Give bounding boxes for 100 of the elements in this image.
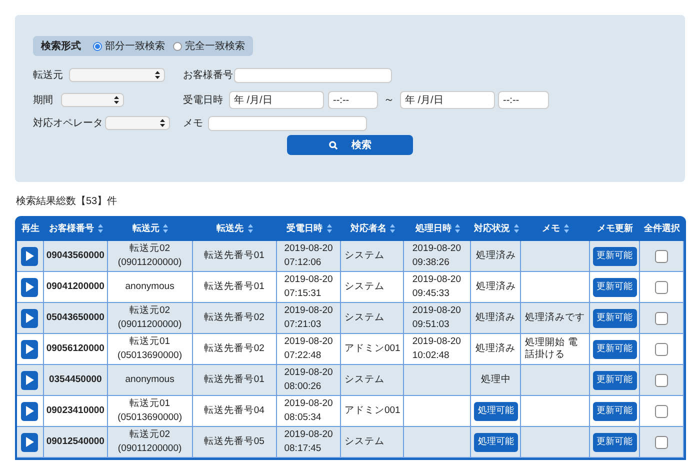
cell-text: 09043560000	[46, 249, 104, 263]
cell-text: 2019-08-20 07:12:06	[284, 242, 333, 270]
cell-text: 0354450000	[48, 373, 102, 387]
update-button[interactable]: 更新可能	[592, 246, 637, 266]
mode-label: 検索形式	[41, 40, 81, 54]
customer-number-field[interactable]	[234, 68, 392, 82]
cell-text: 09012540000	[46, 435, 104, 449]
column-header[interactable]: 受電日時	[286, 222, 332, 236]
memo-field[interactable]	[208, 116, 367, 130]
play-button[interactable]	[21, 340, 38, 358]
mode-radio[interactable]: 部分一致検索	[93, 38, 165, 54]
sort-icon[interactable]	[455, 224, 460, 233]
cell-text: 09023410000	[46, 404, 104, 418]
cell-text: 09056120000	[46, 342, 104, 356]
cell-text: 転送元02 (09011200000)	[118, 242, 182, 270]
updown-icon	[160, 119, 165, 127]
cell-text: システム	[344, 280, 384, 294]
column-header[interactable]: 再生	[21, 222, 40, 236]
row-checkbox[interactable]	[655, 374, 668, 386]
cell-text: 2019-08-20 07:21:03	[284, 304, 333, 332]
cell-text: 処理済み	[476, 342, 516, 356]
row-checkbox[interactable]	[655, 342, 668, 356]
play-button[interactable]	[21, 370, 38, 390]
cell-text: 処理済み	[476, 280, 516, 294]
cell-text: 転送先番号04	[204, 404, 264, 418]
column-header[interactable]: メモ更新	[597, 222, 634, 236]
cell-text: 処理済み	[476, 249, 516, 263]
search-button[interactable]: 検索	[287, 135, 413, 155]
cell-text: 転送元02 (09011200000)	[118, 428, 182, 456]
cell-text: 転送元01 (05013690000)	[118, 397, 182, 425]
update-button[interactable]: 更新可能	[592, 432, 637, 452]
column-header[interactable]: 対応状況	[474, 222, 519, 236]
play-button[interactable]	[21, 308, 38, 328]
play-button[interactable]	[21, 278, 38, 296]
sort-icon[interactable]	[98, 224, 103, 233]
updown-icon	[155, 71, 160, 79]
cell-text: システム	[344, 311, 384, 325]
cell-text: anonymous	[125, 280, 174, 294]
update-button[interactable]: 更新可能	[592, 402, 637, 420]
process-button[interactable]: 処理可能	[474, 402, 518, 420]
column-header[interactable]: 全件選択	[644, 222, 680, 236]
cell-text: 2019-08-20 09:45:33	[412, 273, 461, 301]
field-label: 対応オペレータ	[33, 116, 104, 130]
update-button[interactable]: 更新可能	[592, 370, 637, 390]
cell-text: 09041200000	[46, 280, 104, 294]
time-field[interactable]: --:--	[328, 91, 378, 109]
column-header[interactable]: 転送先	[216, 222, 253, 236]
sort-icon[interactable]	[163, 224, 168, 233]
cell-text: 2019-08-20 08:17:45	[284, 428, 333, 456]
cell-text: システム	[344, 435, 384, 449]
cell-text: 処理済み	[476, 311, 516, 325]
sort-icon[interactable]	[514, 224, 519, 233]
play-button[interactable]	[21, 402, 38, 420]
memo-text: 処理開始 電話掛ける	[525, 337, 579, 361]
cell-text: 2019-08-20 07:22:48	[284, 335, 333, 363]
update-button[interactable]: 更新可能	[592, 278, 637, 296]
time-field[interactable]: --:--	[498, 91, 549, 109]
column-header[interactable]: お客様番号	[48, 222, 103, 236]
row-checkbox[interactable]	[655, 312, 668, 324]
sort-icon[interactable]	[326, 224, 332, 233]
cell-text: 転送先番号02	[204, 311, 264, 325]
row-checkbox[interactable]	[655, 280, 668, 294]
play-icon	[26, 313, 34, 323]
cell-text: 2019-08-20 07:15:31	[284, 273, 333, 301]
cell-text: 転送先番号01	[204, 280, 264, 294]
sort-icon[interactable]	[390, 224, 396, 233]
cell-text: 転送元01 (05013690000)	[118, 335, 182, 363]
sort-icon[interactable]	[564, 224, 570, 233]
play-icon	[26, 375, 34, 385]
sort-icon[interactable]	[248, 224, 253, 233]
cell-text: 処理中	[480, 373, 511, 387]
column-header[interactable]: 転送元	[132, 222, 168, 236]
cell-text: 転送先番号05	[204, 435, 264, 449]
cell-text: アドミン001	[344, 404, 400, 418]
play-button[interactable]	[21, 246, 38, 266]
column-header[interactable]: 処理日時	[415, 222, 460, 236]
row-checkbox[interactable]	[655, 404, 668, 418]
row-checkbox[interactable]	[655, 436, 668, 448]
mode-radio[interactable]: 完全一致検索	[173, 38, 245, 54]
field-label: 受電日時	[183, 94, 224, 108]
cell-text: 2019-08-20 08:05:34	[284, 397, 333, 425]
date-field[interactable]: 年 /月/日	[229, 91, 324, 109]
date-field[interactable]: 年 /月/日	[400, 91, 495, 109]
update-button[interactable]: 更新可能	[592, 340, 637, 358]
field-label: 転送元	[33, 68, 64, 82]
update-button[interactable]: 更新可能	[592, 308, 637, 328]
play-button[interactable]	[21, 432, 38, 452]
cell-text: アドミン001	[344, 342, 400, 356]
cell-text: 2019-08-20 10:02:48	[412, 335, 461, 363]
process-button[interactable]: 処理可能	[474, 432, 518, 452]
cell-text: システム	[344, 249, 384, 263]
cell-text: 2019-08-20 09:51:03	[412, 304, 461, 332]
column-header[interactable]: メモ	[542, 222, 570, 236]
column-header[interactable]: 対応者名	[350, 222, 396, 236]
cell-text: 転送先番号02	[204, 342, 264, 356]
result-count: 検索結果総数【53】件	[16, 194, 118, 208]
cell-text: anonymous	[125, 373, 174, 387]
play-icon	[26, 344, 34, 354]
cell-text: 05043650000	[46, 311, 104, 325]
row-checkbox[interactable]	[655, 250, 668, 262]
